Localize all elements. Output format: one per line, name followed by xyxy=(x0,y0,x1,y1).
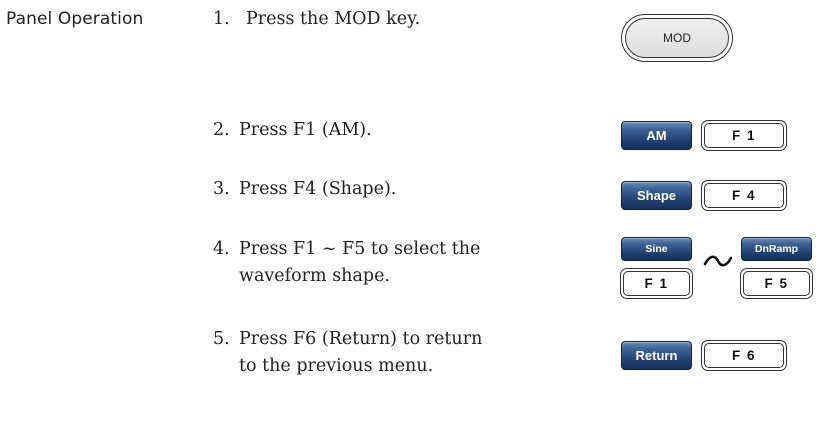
shape-softkey-button[interactable]: Shape xyxy=(621,181,692,210)
dnramp-softkey-button[interactable]: DnRamp xyxy=(741,237,812,261)
step-text-line-2: waveform shape. xyxy=(239,266,390,286)
step-text-line-1: Press F6 (Return) to return xyxy=(239,329,483,349)
return-softkey-button[interactable]: Return xyxy=(621,341,692,370)
f1-key-label: F 1 xyxy=(704,123,784,148)
step-text-line-2: to the previous menu. xyxy=(239,356,434,376)
step-number: 3. xyxy=(213,179,230,199)
f1-key-label: F 1 xyxy=(623,271,690,296)
step-number: 5. xyxy=(213,329,230,349)
f5-key-button[interactable]: F 5 xyxy=(740,268,813,299)
f1-key-button[interactable]: F 1 xyxy=(701,120,787,151)
step-text: Press F1 (AM). xyxy=(239,120,372,140)
step-number: 4. xyxy=(213,239,230,259)
step-text: Press the MOD key. xyxy=(246,9,421,29)
step-number: 2. xyxy=(213,120,230,140)
f4-key-button[interactable]: F 4 xyxy=(701,180,787,211)
mod-key-button[interactable]: MOD xyxy=(621,14,733,62)
step-text: Press F4 (Shape). xyxy=(239,179,397,199)
am-softkey-button[interactable]: AM xyxy=(621,121,692,150)
f1-key-button[interactable]: F 1 xyxy=(620,268,693,299)
f6-key-label: F 6 xyxy=(704,343,784,368)
mod-key-label: MOD xyxy=(625,18,729,58)
step-number: 1. xyxy=(213,9,230,29)
f4-key-label: F 4 xyxy=(704,183,784,208)
step-text-line-1: Press F1 ~ F5 to select the xyxy=(239,239,481,259)
f5-key-label: F 5 xyxy=(743,271,810,296)
tilde-icon xyxy=(703,255,733,267)
f6-key-button[interactable]: F 6 xyxy=(701,340,787,371)
section-label: Panel Operation xyxy=(6,9,144,29)
sine-softkey-button[interactable]: Sine xyxy=(621,237,692,261)
